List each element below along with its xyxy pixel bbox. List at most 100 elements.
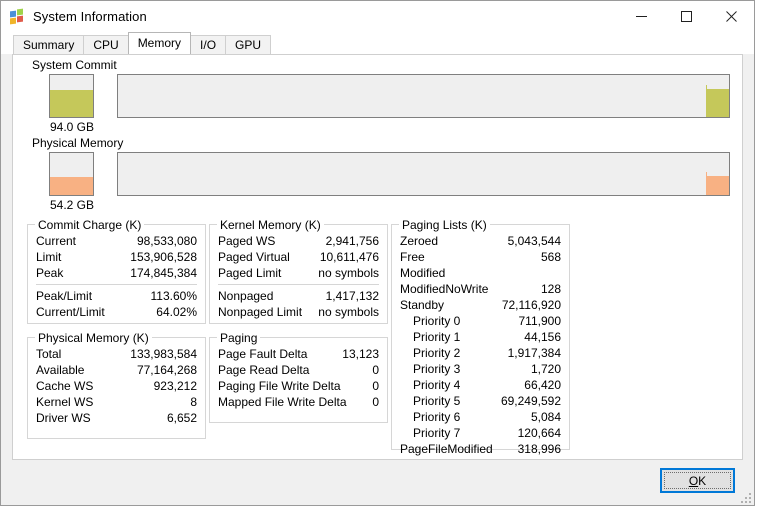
- row-key: Modified: [400, 266, 446, 280]
- row-value: 66,420: [524, 378, 561, 392]
- row-key: Peak: [36, 266, 64, 280]
- row-value: 923,212: [153, 379, 197, 393]
- row-key: Available: [36, 363, 85, 377]
- paging-lists-legend: Paging Lists (K): [399, 218, 490, 232]
- row-key: Driver WS: [36, 411, 91, 425]
- row-value: no symbols: [318, 266, 379, 280]
- row-value: 1,720: [530, 362, 561, 376]
- data-row: Priority 2 1,917,384: [400, 345, 561, 361]
- row-key: Priority 5: [413, 394, 461, 408]
- window-title: System Information: [33, 9, 147, 24]
- row-value: 128: [540, 282, 561, 296]
- row-key: Priority 4: [413, 378, 461, 392]
- ok-accel-letter: O: [688, 473, 699, 488]
- tab-memory[interactable]: Memory: [127, 32, 192, 54]
- row-value: 120,664: [517, 426, 561, 440]
- row-value: 72,116,920: [501, 298, 561, 312]
- system-commit-graph: [117, 74, 730, 118]
- row-value: 6,652: [166, 411, 197, 425]
- title-bar: System Information: [1, 1, 754, 32]
- system-commit-meter: [49, 74, 94, 118]
- row-key: ModifiedNoWrite: [400, 282, 489, 296]
- data-row: Peak 174,845,384: [36, 265, 197, 281]
- row-value: 64.02%: [156, 305, 197, 319]
- row-value: 10,611,476: [319, 250, 379, 264]
- tab-summary[interactable]: Summary: [13, 35, 85, 54]
- physical-memory-group: Physical Memory (K) Total 133,983,584 Avai…: [27, 331, 206, 439]
- row-value: 2,941,756: [325, 234, 379, 248]
- data-row: ModifiedNoWrite 128: [400, 281, 561, 297]
- row-value: no symbols: [318, 305, 379, 319]
- row-key: Priority 0: [413, 314, 461, 328]
- close-icon[interactable]: [709, 1, 754, 32]
- dialog-footer: OK: [1, 460, 754, 505]
- row-value: 318,996: [517, 442, 561, 456]
- tab-cpu[interactable]: CPU: [83, 35, 129, 54]
- row-value: 69,249,592: [500, 394, 561, 408]
- kernel-memory-group: Kernel Memory (K) Paged WS 2,941,756 Paged…: [209, 218, 388, 324]
- row-key: Priority 7: [413, 426, 461, 440]
- tab-gpu[interactable]: GPU: [225, 35, 272, 54]
- row-key: Nonpaged Limit: [218, 305, 303, 319]
- row-key: Paged WS: [218, 234, 276, 248]
- data-row: Page Fault Delta 13,123: [218, 346, 379, 362]
- row-key: PageFileModified: [400, 442, 493, 456]
- row-value: 568: [540, 250, 561, 264]
- data-row: Free 568: [400, 249, 561, 265]
- physical-memory-legend: Physical Memory (K): [35, 331, 152, 345]
- system-commit-value: 94.0 GB: [49, 120, 95, 134]
- row-key: Peak/Limit: [36, 289, 93, 303]
- row-value: 1,917,384: [507, 346, 561, 360]
- system-commit-label: System Commit: [32, 58, 117, 72]
- system-commit-graph-edge: [706, 85, 707, 117]
- physical-memory-label: Physical Memory: [32, 136, 124, 150]
- row-value: 44,156: [524, 330, 561, 344]
- ok-button-label: OK: [664, 472, 731, 489]
- maximize-icon[interactable]: [664, 1, 709, 32]
- data-row: Limit 153,906,528: [36, 249, 197, 265]
- row-key: Priority 2: [413, 346, 461, 360]
- row-value: 113.60%: [150, 289, 197, 303]
- minimize-icon[interactable]: [619, 1, 664, 32]
- row-key: Page Fault Delta: [218, 347, 308, 361]
- row-value: 5,084: [530, 410, 561, 424]
- row-key: Total: [36, 347, 62, 361]
- row-value: 77,164,268: [136, 363, 197, 377]
- data-row: Priority 6 5,084: [400, 409, 561, 425]
- physical-memory-meter-fill: [50, 177, 93, 195]
- row-key: Page Read Delta: [218, 363, 310, 377]
- tab-io[interactable]: I/O: [190, 35, 227, 54]
- physical-memory-value: 54.2 GB: [49, 198, 95, 212]
- row-key: Current/Limit: [36, 305, 105, 319]
- row-key: Nonpaged: [218, 289, 274, 303]
- row-value: 711,900: [518, 314, 562, 328]
- system-commit-meter-fill: [50, 90, 93, 117]
- physical-memory-graph-fill: [707, 176, 729, 195]
- row-value: 5,043,544: [507, 234, 561, 248]
- window-controls: [619, 1, 754, 32]
- data-row: Paged Limit no symbols: [218, 265, 379, 281]
- data-row: Nonpaged Limit no symbols: [218, 304, 379, 320]
- ok-button[interactable]: OK: [660, 468, 735, 493]
- commit-charge-group: Commit Charge (K) Current 98,533,080 Limit…: [27, 218, 206, 324]
- paging-lists-group: Paging Lists (K) Zeroed 5,043,544 Free 568 M…: [391, 218, 570, 456]
- data-row: Current 98,533,080: [36, 233, 197, 249]
- data-row: Total 133,983,584: [36, 346, 197, 362]
- row-key: Free: [400, 250, 425, 264]
- paging-lists-rows: Zeroed 5,043,544 Free 568 Modified ModifiedNo…: [400, 233, 561, 457]
- data-row: Priority 4 66,420: [400, 377, 561, 393]
- row-value: 0: [372, 379, 379, 393]
- row-value: 133,983,584: [130, 347, 197, 361]
- data-row: Peak/Limit 113.60%: [36, 288, 197, 304]
- data-row: Paging File Write Delta 0: [218, 378, 379, 394]
- row-value: 98,533,080: [136, 234, 197, 248]
- row-value: 0: [372, 395, 379, 409]
- data-row: Priority 0 711,900: [400, 313, 561, 329]
- data-row: Zeroed 5,043,544: [400, 233, 561, 249]
- commit-charge-rows: Current 98,533,080 Limit 153,906,528 Peak 174…: [36, 233, 197, 320]
- physical-memory-graph-edge: [706, 172, 707, 195]
- resize-grip[interactable]: [739, 491, 751, 503]
- system-information-window: System Information Summary CPU Memory I/…: [0, 0, 755, 506]
- tab-strip: Summary CPU Memory I/O GPU: [1, 32, 754, 54]
- row-key: Standby: [400, 298, 445, 312]
